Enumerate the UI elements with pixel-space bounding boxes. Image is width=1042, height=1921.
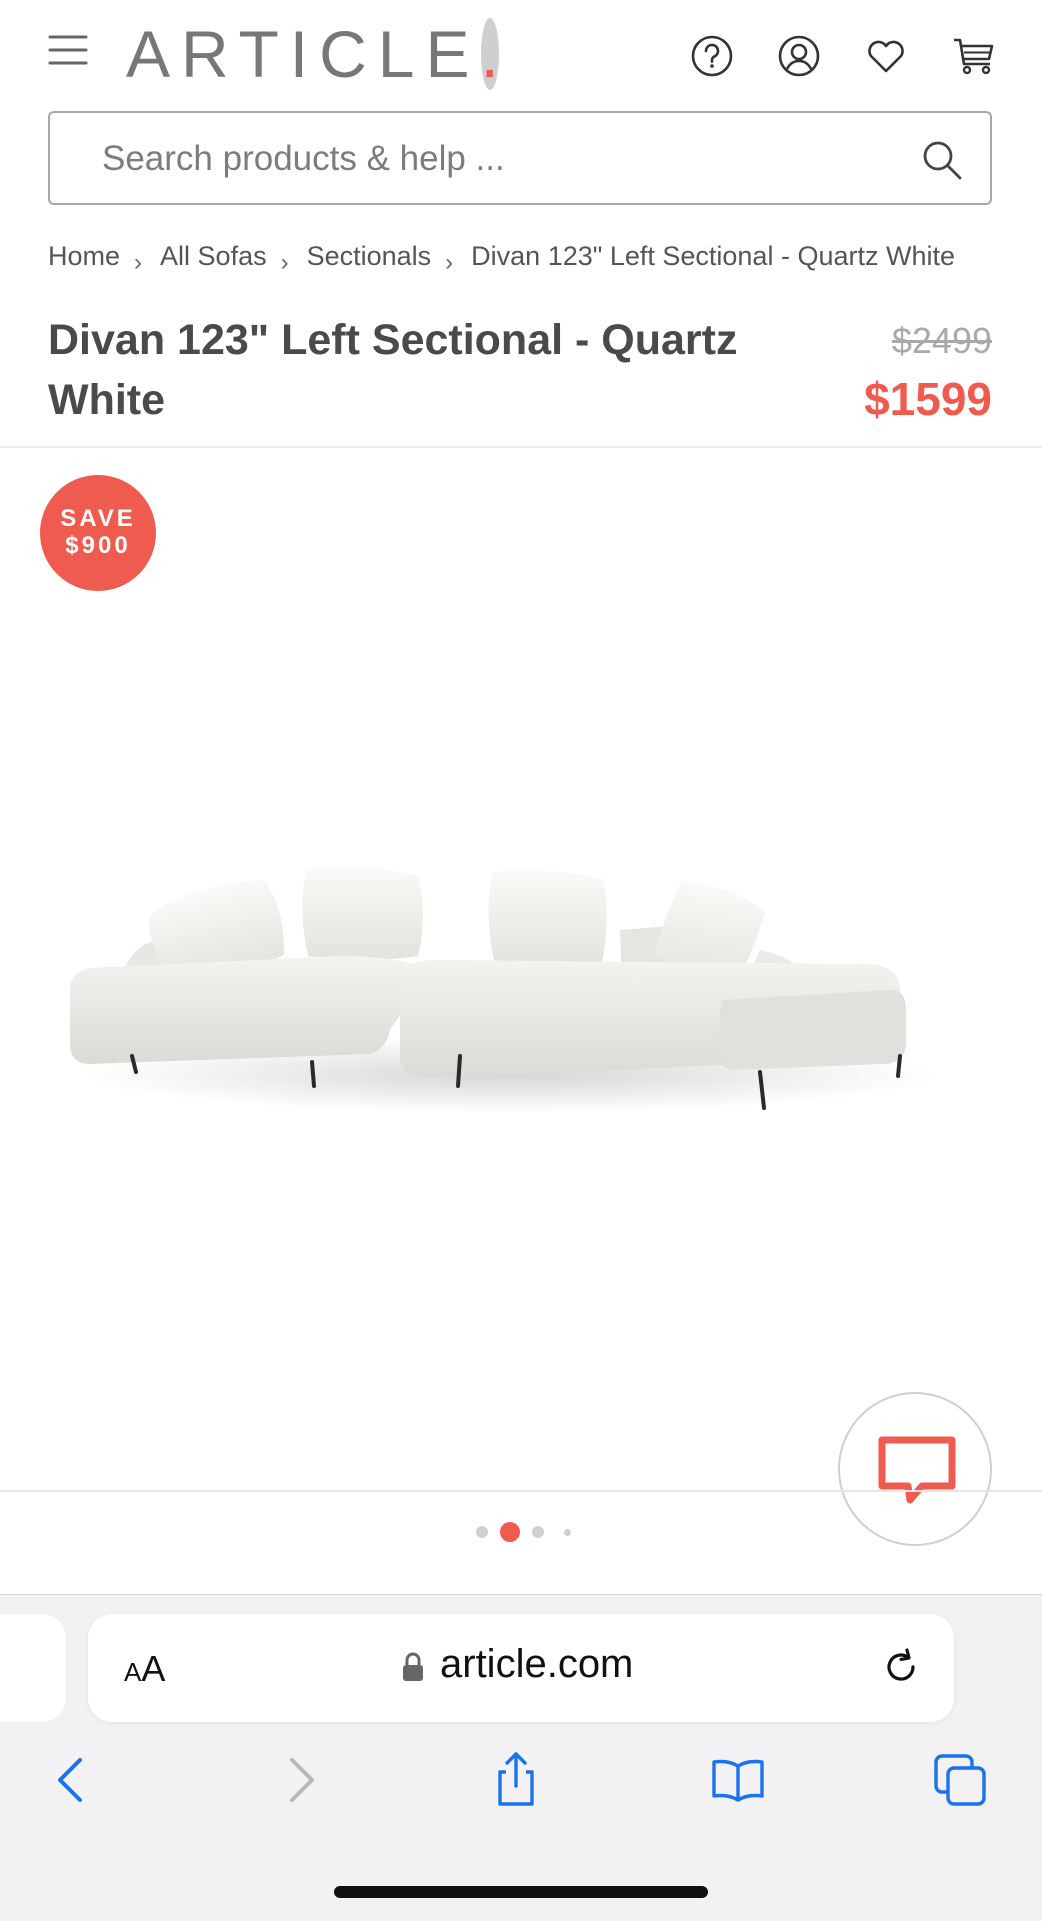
menu-icon[interactable] (48, 34, 88, 66)
reload-icon[interactable] (880, 1646, 922, 1688)
sale-price: $1599 (864, 373, 992, 425)
chevron-right-icon: › (280, 248, 289, 276)
original-price: $2499 (891, 320, 992, 361)
carousel-dot[interactable] (532, 1526, 544, 1538)
lock-icon (402, 1652, 424, 1682)
search-icon[interactable] (920, 138, 964, 182)
chevron-right-icon: › (134, 248, 143, 276)
breadcrumb: Home › All Sofas › Sectionals › Divan 123" Lef… (48, 240, 994, 280)
product-image[interactable] (60, 850, 960, 1150)
home-indicator (334, 1886, 708, 1898)
account-icon[interactable] (777, 34, 821, 78)
product-title: Divan 123" Left Sectional - Quartz White (48, 316, 738, 424)
badge-label: SAVE (60, 505, 136, 532)
badge-amount: $900 (65, 532, 131, 559)
tabs-icon[interactable] (932, 1752, 988, 1808)
carousel-dot-active[interactable] (500, 1522, 520, 1542)
chat-button[interactable] (838, 1392, 992, 1546)
breadcrumb-all-sofas[interactable]: All Sofas (160, 241, 267, 272)
article-logo[interactable]: ARTICLE. (126, 18, 499, 90)
back-icon[interactable] (44, 1752, 100, 1808)
help-icon[interactable] (690, 34, 734, 78)
heart-icon[interactable] (864, 34, 908, 78)
search-bar (48, 111, 992, 205)
breadcrumb-home[interactable]: Home (48, 241, 120, 272)
carousel-dot[interactable] (476, 1526, 488, 1538)
chat-icon (878, 1436, 956, 1504)
divider (0, 446, 1042, 448)
divider (0, 1490, 1042, 1492)
search-input[interactable] (100, 135, 884, 183)
save-badge: SAVE $900 (40, 475, 156, 591)
carousel-dot[interactable] (564, 1528, 571, 1536)
breadcrumb-sectionals[interactable]: Sectionals (307, 241, 432, 272)
breadcrumb-current: Divan 123" Left Sectional - Quartz White (471, 241, 955, 272)
share-icon[interactable] (488, 1752, 544, 1808)
cart-icon[interactable] (952, 34, 996, 78)
text-size-button[interactable]: AA (124, 1648, 165, 1690)
forward-icon[interactable] (272, 1752, 328, 1808)
previous-tab-preview[interactable] (0, 1614, 66, 1722)
chevron-right-icon: › (445, 248, 454, 276)
url-text[interactable]: article.com (440, 1642, 633, 1687)
bookmarks-icon[interactable] (710, 1752, 766, 1808)
